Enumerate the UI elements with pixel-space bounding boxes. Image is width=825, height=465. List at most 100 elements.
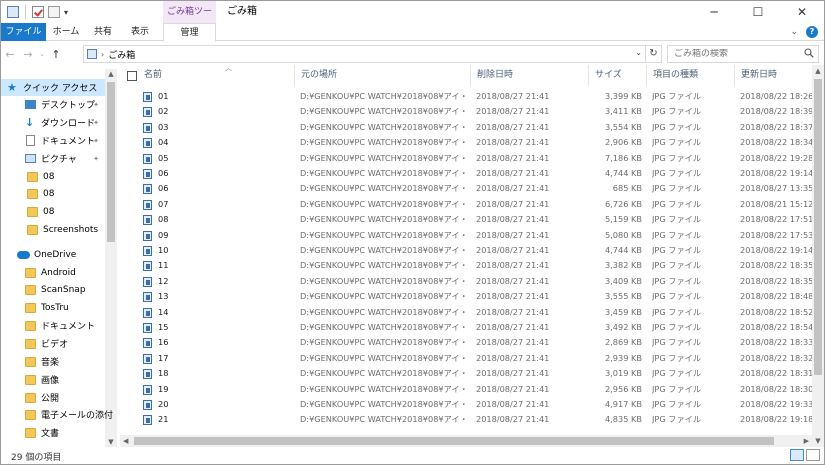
- table-row[interactable]: 19 D:¥GENKOU¥PC WATCH¥2018¥08¥アイ・オ... 2018…: [120, 382, 812, 397]
- up-button[interactable]: ↑: [47, 48, 65, 61]
- pin-icon[interactable]: ✦: [93, 119, 99, 127]
- scroll-left-icon[interactable]: ◀: [123, 435, 128, 447]
- pin-icon[interactable]: ✦: [93, 155, 99, 163]
- table-row[interactable]: 02 D:¥GENKOU¥PC WATCH¥2018¥08¥アイ・オ... 2018…: [120, 104, 812, 119]
- nav-item[interactable]: 画像: [1, 371, 105, 388]
- nav-item[interactable]: 音楽: [1, 353, 105, 370]
- table-row[interactable]: 17 D:¥GENKOU¥PC WATCH¥2018¥08¥アイ・オ... 2018…: [120, 351, 812, 366]
- nav-scroll-down-icon[interactable]: ▼: [105, 438, 117, 446]
- nav-item[interactable]: ScanSnap: [1, 281, 105, 298]
- forward-button[interactable]: →: [19, 48, 37, 61]
- tab-share[interactable]: 共有: [86, 23, 120, 41]
- nav-item[interactable]: Android: [1, 264, 105, 281]
- nav-pane-scrollbar[interactable]: ▲ ▼: [105, 69, 117, 447]
- table-row[interactable]: 14 D:¥GENKOU¥PC WATCH¥2018¥08¥アイ・オ... 2018…: [120, 305, 812, 320]
- nav-item[interactable]: OneDrive: [1, 246, 105, 263]
- column-header-name[interactable]: 名前 ︿: [138, 65, 298, 86]
- refresh-button[interactable]: ↻: [646, 45, 662, 63]
- nav-item[interactable]: ↓ ダウンロード ✦: [1, 114, 105, 131]
- nav-scroll-thumb[interactable]: [107, 82, 115, 242]
- nav-item[interactable]: ドキュメント: [1, 317, 105, 334]
- table-row[interactable]: 11 D:¥GENKOU¥PC WATCH¥2018¥08¥アイ・オ... 2018…: [120, 258, 812, 273]
- table-row[interactable]: 04 D:¥GENKOU¥PC WATCH¥2018¥08¥アイ・オ... 2018…: [120, 135, 812, 150]
- search-box[interactable]: [667, 45, 819, 63]
- nav-item[interactable]: Screenshots: [1, 221, 105, 238]
- tab-manage[interactable]: 管理: [163, 23, 216, 42]
- nav-item[interactable]: 電子メールの添付: [1, 406, 113, 423]
- file-list-vertical-scrollbar[interactable]: ▲ ▼: [812, 65, 824, 447]
- table-row[interactable]: 15 D:¥GENKOU¥PC WATCH¥2018¥08¥アイ・オ... 2018…: [120, 320, 812, 335]
- file-list-horizontal-scrollbar[interactable]: ◀ ▶: [120, 435, 812, 447]
- customize-toolbar-dropdown-icon[interactable]: ▾: [64, 8, 68, 17]
- table-row[interactable]: 10 D:¥GENKOU¥PC WATCH¥2018¥08¥アイ・オ... 2018…: [120, 243, 812, 258]
- close-button[interactable]: ✕: [780, 1, 824, 23]
- table-row[interactable]: 13 D:¥GENKOU¥PC WATCH¥2018¥08¥アイ・オ... 2018…: [120, 289, 812, 304]
- table-row[interactable]: 06 D:¥GENKOU¥PC WATCH¥2018¥08¥アイ・オ... 2018…: [120, 181, 812, 196]
- nav-item[interactable]: 公開: [1, 389, 105, 406]
- table-row[interactable]: 01 D:¥GENKOU¥PC WATCH¥2018¥08¥アイ・オ... 2018…: [120, 89, 812, 104]
- table-row[interactable]: 03 D:¥GENKOU¥PC WATCH¥2018¥08¥アイ・オ... 2018…: [120, 120, 812, 135]
- horizontal-scroll-thumb[interactable]: [134, 437, 774, 445]
- new-folder-icon[interactable]: [48, 6, 60, 18]
- table-row[interactable]: 21 D:¥GENKOU¥PC WATCH¥2018¥08¥アイ・オ... 2018…: [120, 412, 812, 427]
- help-icon[interactable]: ?: [806, 26, 818, 38]
- breadcrumb-location[interactable]: ごみ箱: [108, 48, 135, 61]
- nav-item[interactable]: 文書: [1, 424, 105, 441]
- expand-ribbon-chevron-icon[interactable]: ⌄: [790, 27, 798, 37]
- nav-item[interactable]: ドキュメント ✦: [1, 132, 105, 149]
- nav-item[interactable]: ピクチャ ✦: [1, 150, 105, 167]
- table-row[interactable]: 05 D:¥GENKOU¥PC WATCH¥2018¥08¥アイ・オ... 2018…: [120, 151, 812, 166]
- scroll-up-icon[interactable]: ▲: [812, 67, 824, 75]
- back-button[interactable]: ←: [1, 48, 19, 61]
- details-view-icon[interactable]: [790, 449, 804, 461]
- maximize-button[interactable]: ☐: [736, 1, 780, 23]
- scroll-right-icon[interactable]: ▶: [804, 435, 809, 447]
- nav-item[interactable]: 08: [1, 185, 105, 202]
- tab-view[interactable]: 表示: [120, 23, 160, 41]
- table-row[interactable]: 08 D:¥GENKOU¥PC WATCH¥2018¥08¥アイ・オ... 2018…: [120, 212, 812, 227]
- date-deleted: 2018/08/27 21:41: [476, 183, 550, 194]
- file-size: 2,906 KB: [604, 137, 642, 148]
- table-row[interactable]: 06 D:¥GENKOU¥PC WATCH¥2018¥08¥アイ・オ... 2018…: [120, 166, 812, 181]
- file-name: 05: [158, 152, 169, 163]
- recycle-bin-app-icon[interactable]: [7, 6, 19, 18]
- column-header-original-location[interactable]: 元の場所: [294, 65, 470, 86]
- address-bar[interactable]: › ごみ箱 ⌄: [83, 45, 646, 63]
- column-header-name-label: 名前: [144, 70, 163, 80]
- table-row[interactable]: 12 D:¥GENKOU¥PC WATCH¥2018¥08¥アイ・オ... 2018…: [120, 274, 812, 289]
- column-header-item-type[interactable]: 項目の種類: [646, 65, 734, 86]
- vertical-scroll-thumb[interactable]: [814, 79, 822, 375]
- table-row[interactable]: 07 D:¥GENKOU¥PC WATCH¥2018¥08¥アイ・オ... 2018…: [120, 197, 812, 212]
- file-size: 3,554 KB: [604, 121, 642, 132]
- minimize-button[interactable]: ─: [692, 1, 736, 23]
- file-name: 04: [158, 137, 169, 148]
- scroll-down-icon[interactable]: ▼: [812, 437, 824, 445]
- tab-file[interactable]: ファイル: [1, 23, 46, 41]
- table-row[interactable]: 09 D:¥GENKOU¥PC WATCH¥2018¥08¥アイ・オ... 2018…: [120, 228, 812, 243]
- table-row[interactable]: 20 D:¥GENKOU¥PC WATCH¥2018¥08¥アイ・オ... 2018…: [120, 397, 812, 412]
- properties-icon[interactable]: [32, 6, 44, 18]
- nav-item-label: ビデオ: [41, 340, 69, 350]
- pin-icon[interactable]: ✦: [93, 137, 99, 145]
- table-row[interactable]: 16 D:¥GENKOU¥PC WATCH¥2018¥08¥アイ・オ... 2018…: [120, 335, 812, 350]
- recent-locations-chevron-icon[interactable]: ⌄: [37, 50, 47, 58]
- nav-item[interactable]: 08: [1, 168, 105, 185]
- nav-item[interactable]: TosTru: [1, 299, 105, 316]
- nav-item[interactable]: 08: [1, 203, 105, 220]
- address-dropdown-icon[interactable]: ⌄: [635, 48, 642, 57]
- table-row[interactable]: 18 D:¥GENKOU¥PC WATCH¥2018¥08¥アイ・オ... 2018…: [120, 366, 812, 381]
- tab-home[interactable]: ホーム: [46, 23, 86, 41]
- column-header-date-modified[interactable]: 更新日時: [734, 65, 812, 86]
- download-icon: ↓: [25, 116, 35, 129]
- large-icons-view-icon[interactable]: [806, 449, 820, 461]
- select-all-checkbox[interactable]: [127, 71, 137, 81]
- column-header-date-deleted[interactable]: 削除日時: [470, 65, 588, 86]
- search-input[interactable]: [674, 49, 799, 59]
- pin-icon[interactable]: ✦: [93, 101, 99, 109]
- nav-item[interactable]: ★ クイック アクセス: [1, 79, 105, 96]
- nav-item[interactable]: ビデオ: [1, 335, 105, 352]
- nav-item[interactable]: デスクトップ ✦: [1, 96, 105, 113]
- nav-scroll-up-icon[interactable]: ▲: [105, 70, 117, 78]
- breadcrumb-separator-icon[interactable]: ›: [101, 50, 104, 59]
- column-header-size[interactable]: サイズ: [588, 65, 646, 86]
